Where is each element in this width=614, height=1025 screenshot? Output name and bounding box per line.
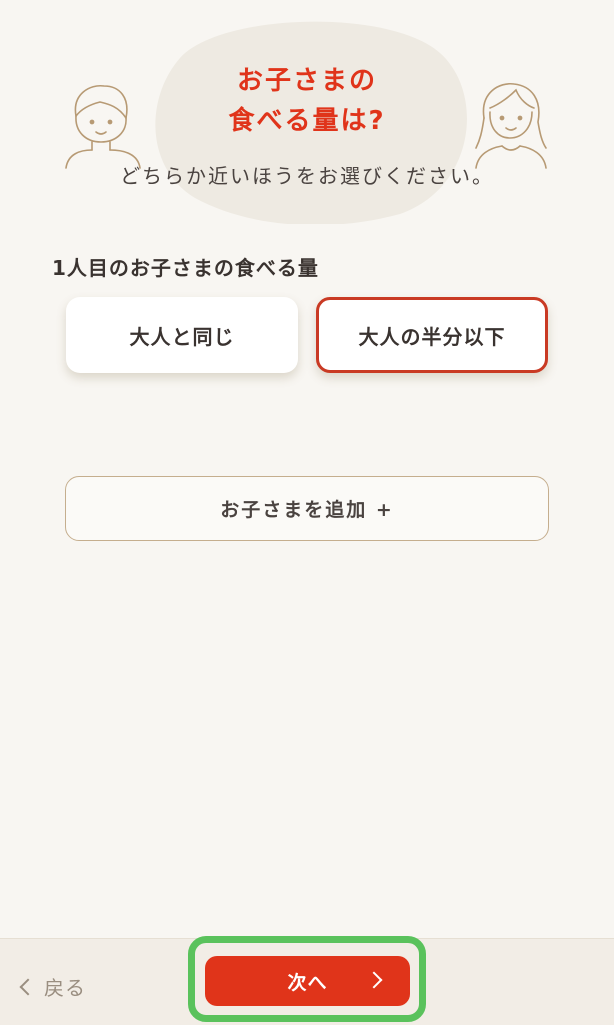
page-title-line1: お子さまの: [236, 66, 377, 96]
chevron-right-icon: [365, 971, 383, 989]
next-button[interactable]: 次へ: [205, 956, 410, 1006]
option-half-or-less[interactable]: 大人の半分以下: [316, 297, 548, 373]
back-button[interactable]: 戻る: [19, 972, 86, 1001]
section-label: 1人目のお子さまの食べる量: [52, 256, 319, 280]
option-same-as-adult[interactable]: 大人と同じ: [66, 297, 298, 373]
hero-header: お子さまの 食べる量は? どちらか近いほうをお選びください。: [0, 0, 614, 230]
chevron-left-icon: [19, 978, 37, 995]
next-button-label: 次へ: [287, 971, 328, 994]
page-title-line2: 食べる量は?: [228, 106, 386, 136]
page-subtitle: どちらか近いほうをお選びください。: [120, 164, 494, 188]
back-button-label: 戻る: [44, 976, 86, 1000]
add-child-button[interactable]: お子さまを追加 +: [65, 476, 549, 541]
